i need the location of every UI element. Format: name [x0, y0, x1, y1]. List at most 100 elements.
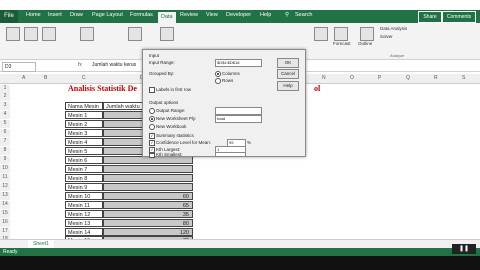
search-box[interactable]: Search [295, 12, 312, 18]
rows-radio[interactable] [215, 78, 221, 84]
row-header[interactable]: 10 [0, 165, 10, 173]
row-header[interactable]: 11 [0, 174, 10, 182]
value-cell[interactable]: 65 [103, 201, 193, 209]
forecast-sheet-icon[interactable] [334, 27, 348, 41]
mesin-cell[interactable]: Mesin 14 [65, 228, 103, 236]
search-icon[interactable]: ⚲ [285, 12, 289, 18]
help-button[interactable]: Help [277, 81, 299, 91]
value-cell[interactable] [103, 174, 193, 182]
mesin-cell[interactable]: Mesin 1 [65, 111, 103, 119]
tab-data[interactable]: Data [158, 12, 176, 23]
row-header[interactable]: 5 [0, 120, 10, 128]
tab-formulas[interactable]: Formulas [130, 12, 153, 18]
solver-button[interactable]: Solver [380, 34, 393, 39]
column-header[interactable]: R [434, 75, 438, 81]
share-button[interactable]: Share [418, 11, 442, 23]
value-cell[interactable]: 35 [103, 210, 193, 218]
row-header[interactable]: 2 [0, 93, 10, 101]
mesin-cell[interactable]: Mesin 13 [65, 219, 103, 227]
output-range-field[interactable] [215, 107, 262, 115]
row-header[interactable]: 7 [0, 138, 10, 146]
mesin-cell[interactable]: Mesin 9 [65, 183, 103, 191]
header-nama-mesin[interactable]: Nama Mesin [65, 102, 103, 110]
from-text-icon[interactable] [24, 27, 38, 41]
output-range-radio[interactable] [149, 108, 155, 114]
row-header[interactable]: 3 [0, 102, 10, 110]
name-box[interactable]: D3 [2, 62, 36, 72]
refresh-all-icon[interactable] [80, 27, 94, 41]
grouped-by-label: Grouped By: [149, 71, 175, 76]
column-header[interactable]: O [350, 75, 354, 81]
row-header[interactable]: 12 [0, 183, 10, 191]
data-analysis-button[interactable]: Data Analysis [380, 26, 407, 31]
kth-smallest-checkbox[interactable] [149, 153, 155, 158]
from-web-icon[interactable] [42, 27, 56, 41]
ok-button[interactable]: OK [277, 58, 299, 68]
forecast-label: Forecast [333, 41, 351, 46]
tab-view[interactable]: View [206, 12, 218, 18]
new-ply-field[interactable]: hasil [215, 115, 262, 123]
mesin-cell[interactable]: Mesin 10 [65, 192, 103, 200]
row-header[interactable]: 14 [0, 201, 10, 209]
mesin-cell[interactable]: Mesin 4 [65, 138, 103, 146]
row-header[interactable]: 9 [0, 156, 10, 164]
cancel-button[interactable]: Cancel [277, 69, 299, 79]
row-header[interactable]: 8 [0, 147, 10, 155]
column-header[interactable]: B [44, 75, 47, 81]
tab-help[interactable]: Help [260, 12, 271, 18]
new-workbook-radio[interactable] [149, 124, 155, 130]
mesin-cell[interactable]: Mesin 11 [65, 201, 103, 209]
tab-developer[interactable]: Developer [226, 12, 251, 18]
columns-radio-label: Columns [222, 71, 240, 76]
tab-file[interactable]: File [0, 10, 18, 23]
what-if-icon[interactable] [314, 27, 328, 41]
mesin-cell[interactable]: Mesin 8 [65, 174, 103, 182]
mesin-cell[interactable]: Mesin 5 [65, 147, 103, 155]
confidence-checkbox[interactable]: ✓ [149, 140, 155, 146]
summary-statistics-checkbox[interactable]: ✓ [149, 133, 155, 139]
value-cell[interactable]: 60 [103, 192, 193, 200]
column-header[interactable]: Q [406, 75, 410, 81]
tab-draw[interactable]: Draw [70, 12, 83, 18]
value-cell[interactable] [103, 165, 193, 173]
column-header[interactable]: S [462, 75, 465, 81]
mesin-cell[interactable]: Mesin 2 [65, 120, 103, 128]
sort-icon[interactable] [160, 27, 174, 41]
tab-insert[interactable]: Insert [48, 12, 62, 18]
formula-input[interactable]: Jumlah waktu kerus [92, 62, 136, 68]
row-header[interactable]: 16 [0, 219, 10, 227]
column-header[interactable]: P [378, 75, 381, 81]
value-cell[interactable]: 80 [103, 219, 193, 227]
status-bar [0, 248, 480, 256]
columns-radio[interactable] [215, 71, 221, 77]
kth-smallest-field[interactable] [215, 152, 246, 157]
tab-page-layout[interactable]: Page Layout [92, 12, 123, 18]
outline-icon[interactable] [360, 27, 374, 41]
labels-first-row-checkbox[interactable] [149, 87, 155, 93]
value-cell[interactable] [103, 183, 193, 191]
row-header[interactable]: 1 [0, 85, 10, 93]
new-ply-radio[interactable] [149, 116, 155, 122]
value-cell[interactable] [103, 156, 193, 164]
comments-button[interactable]: Comments [442, 11, 476, 23]
tab-review[interactable]: Review [180, 12, 198, 18]
row-header[interactable]: 4 [0, 111, 10, 119]
fx-icon[interactable]: fx [78, 62, 82, 68]
column-header[interactable]: N [322, 75, 326, 81]
input-range-field[interactable]: $D$4:$D$18 [215, 59, 262, 67]
column-header[interactable]: A [22, 75, 25, 81]
column-header[interactable]: C [82, 75, 86, 81]
stocks-icon[interactable] [128, 27, 142, 41]
mesin-cell[interactable]: Mesin 6 [65, 156, 103, 164]
video-controls-icon[interactable]: ❚❚ [452, 244, 476, 254]
row-header[interactable]: 6 [0, 129, 10, 137]
tab-home[interactable]: Home [26, 12, 41, 18]
mesin-cell[interactable]: Mesin 3 [65, 129, 103, 137]
value-cell[interactable]: 120 [103, 228, 193, 236]
row-header[interactable]: 15 [0, 210, 10, 218]
mesin-cell[interactable]: Mesin 7 [65, 165, 103, 173]
row-header[interactable]: 17 [0, 228, 10, 236]
mesin-cell[interactable]: Mesin 12 [65, 210, 103, 218]
get-data-icon[interactable] [6, 27, 20, 41]
row-header[interactable]: 13 [0, 192, 10, 200]
